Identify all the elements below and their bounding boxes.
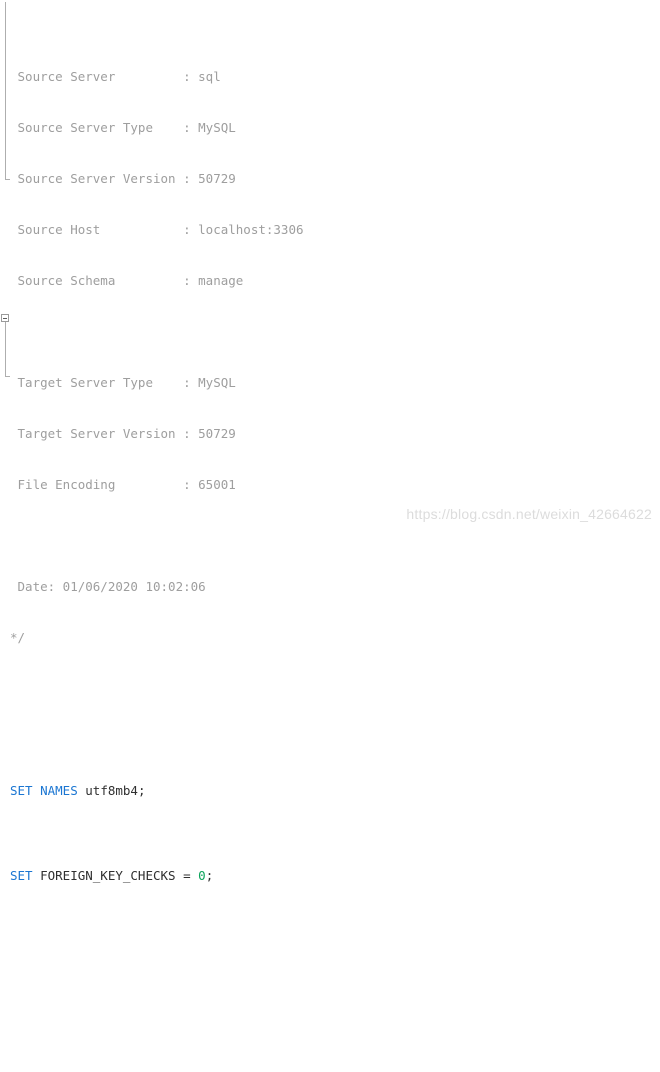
create-table-fold-toggle[interactable] (1, 314, 9, 322)
comment-date-text: Date: 01/06/2020 10:02:06 (10, 579, 206, 594)
code-fold-gutter[interactable] (0, 0, 10, 536)
comment-line: Source Server Type : MySQL (10, 119, 660, 136)
charset-value: utf8mb4; (77, 783, 146, 798)
comment-text: Source Host : localhost:3306 (10, 222, 304, 237)
comment-text: Source Schema : manage (10, 273, 244, 288)
code-content[interactable]: Source Server : sql Source Server Type :… (10, 0, 660, 1072)
section-rule: -- ---------------------------- (10, 1071, 660, 1072)
keyword-set: SET (10, 783, 33, 798)
comment-text: Source Server Version : 50729 (10, 171, 236, 186)
create-table-fold-line (5, 322, 6, 376)
statement-set-names: SET NAMES utf8mb4; (10, 782, 660, 799)
keyword-set: SET (10, 868, 33, 883)
comment-line: Source Server : sql (10, 68, 660, 85)
statement-set-fk-off: SET FOREIGN_KEY_CHECKS = 0; (10, 867, 660, 884)
comment-close-line: */ (10, 629, 660, 646)
comment-text: File Encoding : 65001 (10, 477, 236, 492)
fk-identifier: FOREIGN_KEY_CHECKS = (32, 868, 199, 883)
keyword-names: NAMES (40, 783, 78, 798)
comment-date-line: Date: 01/06/2020 10:02:06 (10, 578, 660, 595)
comment-text: Target Server Type : MySQL (10, 375, 236, 390)
comment-line: File Encoding : 65001 (10, 476, 660, 493)
comment-text: Source Server Type : MySQL (10, 120, 236, 135)
fk-value: 0 (198, 868, 206, 883)
semicolon: ; (205, 868, 214, 883)
sql-editor[interactable]: Source Server : sql Source Server Type :… (0, 0, 660, 883)
comment-text: Source Server : sql (10, 69, 221, 84)
comment-line: Target Server Version : 50729 (10, 425, 660, 442)
comment-close-text: */ (10, 630, 26, 645)
comment-line: Source Host : localhost:3306 (10, 221, 660, 238)
comment-line: Source Server Version : 50729 (10, 170, 660, 187)
comment-line: Source Schema : manage (10, 272, 660, 289)
csdn-watermark: https://blog.csdn.net/weixin_42664622 (406, 506, 652, 522)
comment-line-blank (10, 323, 660, 340)
comment-fold-line (5, 2, 6, 179)
comment-line: Target Server Type : MySQL (10, 374, 660, 391)
comment-text: Target Server Version : 50729 (10, 426, 236, 441)
